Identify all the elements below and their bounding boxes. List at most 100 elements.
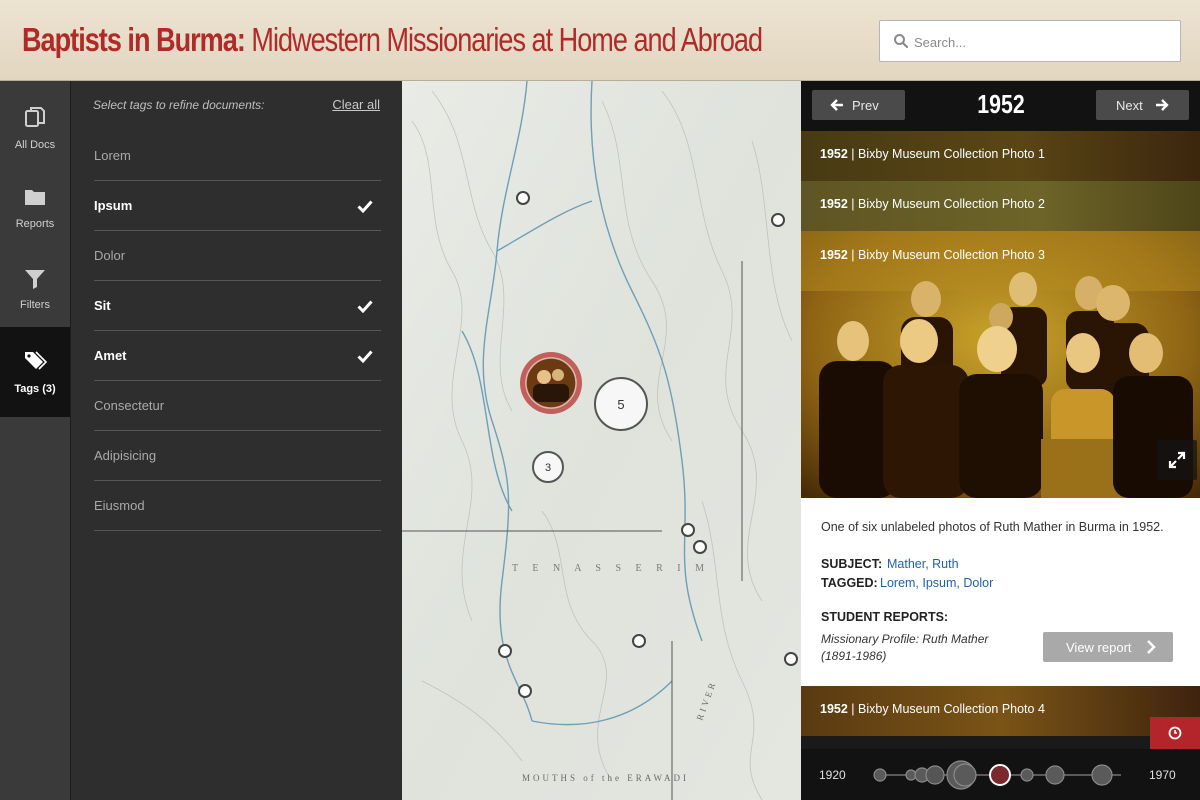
- tag-label: Eiusmod: [94, 498, 145, 513]
- documents-icon: [25, 107, 45, 127]
- site-title[interactable]: Baptists in Burma: Midwestern Missionari…: [22, 18, 763, 62]
- cluster-marker-small[interactable]: 3: [532, 451, 564, 483]
- timeline-point-selected[interactable]: [989, 764, 1011, 786]
- doc-detail: One of six unlabeled photos of Ruth Math…: [801, 498, 1200, 686]
- search-input[interactable]: [914, 29, 1174, 55]
- filter-icon: [25, 270, 45, 289]
- tag-label: Dolor: [94, 248, 126, 263]
- map[interactable]: MOUTHS of the ERAWADI RIVER T E N A S S …: [402, 81, 801, 800]
- doc-description: One of six unlabeled photos of Ruth Math…: [821, 520, 1164, 534]
- timeline-point[interactable]: [925, 765, 945, 785]
- chevron-right-icon: [1147, 640, 1156, 654]
- cluster-count: 3: [545, 462, 551, 474]
- check-icon: [357, 350, 373, 363]
- subject-label: SUBJECT:: [821, 557, 883, 571]
- tag-row[interactable]: Dolor: [94, 231, 381, 281]
- student-reports-label: STUDENT REPORTS:: [821, 610, 949, 624]
- timeline-point[interactable]: [1091, 764, 1113, 786]
- view-report-button[interactable]: View report: [1043, 632, 1173, 662]
- tag-hint: Select tags to refine documents:: [93, 98, 265, 112]
- next-label: Next: [1116, 98, 1143, 113]
- doc-item[interactable]: 1952 | Bixby Museum Collection Photo 2: [801, 181, 1200, 231]
- nav-label: Tags (3): [14, 383, 56, 395]
- timeline-track: [873, 760, 1121, 790]
- map-marker[interactable]: [693, 540, 707, 554]
- current-year: 1952: [977, 89, 1025, 119]
- tag-row[interactable]: Adipisicing: [94, 431, 381, 481]
- clear-all-link[interactable]: Clear all: [332, 97, 380, 112]
- tags-icon: [25, 351, 47, 370]
- doc-title: 1952 | Bixby Museum Collection Photo 3: [820, 248, 1045, 262]
- map-marker[interactable]: [516, 191, 530, 205]
- map-marker[interactable]: [784, 652, 798, 666]
- report-title: Missionary Profile: Ruth Mather (1891-19…: [821, 632, 989, 663]
- tag-row[interactable]: Eiusmod: [94, 481, 381, 531]
- timeline-point[interactable]: [953, 763, 977, 787]
- tag-row[interactable]: Lorem: [94, 131, 381, 181]
- doc-title: 1952 | Bixby Museum Collection Photo 2: [820, 197, 1045, 211]
- doc-photo[interactable]: 1952 | Bixby Museum Collection Photo 3: [801, 231, 1200, 498]
- expand-button[interactable]: [1157, 440, 1197, 480]
- map-marker[interactable]: [771, 213, 785, 227]
- clock-icon: [1168, 726, 1182, 740]
- site-title-strong: Baptists in Burma:: [22, 21, 246, 58]
- map-marker[interactable]: [632, 634, 646, 648]
- nav-tags[interactable]: Tags (3): [0, 327, 70, 417]
- document-panel: Prev 1952 Next 1952 | Bixby Museum Colle…: [801, 81, 1200, 800]
- tag-row[interactable]: Consectetur: [94, 381, 381, 431]
- nav-filters[interactable]: Filters: [0, 241, 70, 321]
- year-bar: Prev 1952 Next: [801, 81, 1200, 131]
- site-title-subtitle: Midwestern Missionaries at Home and Abro…: [244, 21, 763, 58]
- map-marker[interactable]: [681, 523, 695, 537]
- nav-label: All Docs: [14, 139, 56, 151]
- check-icon: [357, 300, 373, 313]
- map-label: T E N A S S E R I M: [512, 563, 710, 574]
- tag-label: Adipisicing: [94, 448, 157, 463]
- doc-item[interactable]: 1952 | Bixby Museum Collection Photo 1: [801, 131, 1200, 181]
- timeline-point[interactable]: [1045, 765, 1065, 785]
- cluster-marker-large[interactable]: 5: [594, 377, 648, 431]
- tagged-label: TAGGED:: [821, 576, 878, 590]
- prev-label: Prev: [852, 98, 879, 113]
- cluster-count: 5: [617, 397, 624, 412]
- nav-label: Filters: [20, 299, 50, 311]
- tag-row[interactable]: Ipsum: [94, 181, 381, 231]
- selected-photo-marker[interactable]: [520, 352, 582, 414]
- nav-reports[interactable]: Reports: [0, 161, 70, 241]
- tagged-links[interactable]: Lorem, Ipsum, Dolor: [880, 576, 993, 590]
- photo-image: [801, 231, 1200, 498]
- icon-nav: All Docs Reports Filters Tags (3): [0, 81, 70, 800]
- doc-item-expanded: 1952 | Bixby Museum Collection Photo 3 O…: [801, 231, 1200, 686]
- site-header: Baptists in Burma: Midwestern Missionari…: [0, 0, 1200, 81]
- folder-icon: [25, 190, 45, 205]
- tag-label: Consectetur: [94, 398, 165, 413]
- timeline[interactable]: 1920 1970: [801, 749, 1200, 800]
- map-marker[interactable]: [518, 684, 532, 698]
- nav-all-docs[interactable]: All Docs: [0, 81, 70, 161]
- arrow-right-icon: [1156, 99, 1169, 111]
- map-marker[interactable]: [498, 644, 512, 658]
- tag-row[interactable]: Sit: [94, 281, 381, 331]
- view-report-label: View report: [1066, 640, 1132, 655]
- map-label: MOUTHS of the ERAWADI: [522, 773, 689, 783]
- search-box[interactable]: [879, 20, 1181, 62]
- tag-label: Ipsum: [94, 198, 133, 213]
- doc-item[interactable]: 1952 | Bixby Museum Collection Photo 4: [801, 686, 1200, 736]
- check-icon: [357, 200, 373, 213]
- arrow-left-icon: [830, 99, 843, 111]
- subject-link[interactable]: Mather, Ruth: [887, 557, 959, 571]
- timeline-point[interactable]: [1020, 768, 1034, 782]
- timeline-point[interactable]: [873, 768, 887, 782]
- tag-label: Lorem: [94, 148, 131, 163]
- expand-icon: [1168, 451, 1186, 469]
- doc-title: 1952 | Bixby Museum Collection Photo 4: [820, 702, 1045, 716]
- history-button[interactable]: [1150, 717, 1200, 749]
- prev-button[interactable]: Prev: [812, 90, 905, 120]
- tag-label: Sit: [94, 298, 111, 313]
- tag-list: Lorem Ipsum Dolor Sit Amet Consectetur A…: [94, 131, 381, 531]
- nav-label: Reports: [15, 218, 55, 230]
- search-icon: [894, 34, 909, 49]
- next-button[interactable]: Next: [1096, 90, 1189, 120]
- tag-row[interactable]: Amet: [94, 331, 381, 381]
- doc-title: 1952 | Bixby Museum Collection Photo 1: [820, 147, 1045, 161]
